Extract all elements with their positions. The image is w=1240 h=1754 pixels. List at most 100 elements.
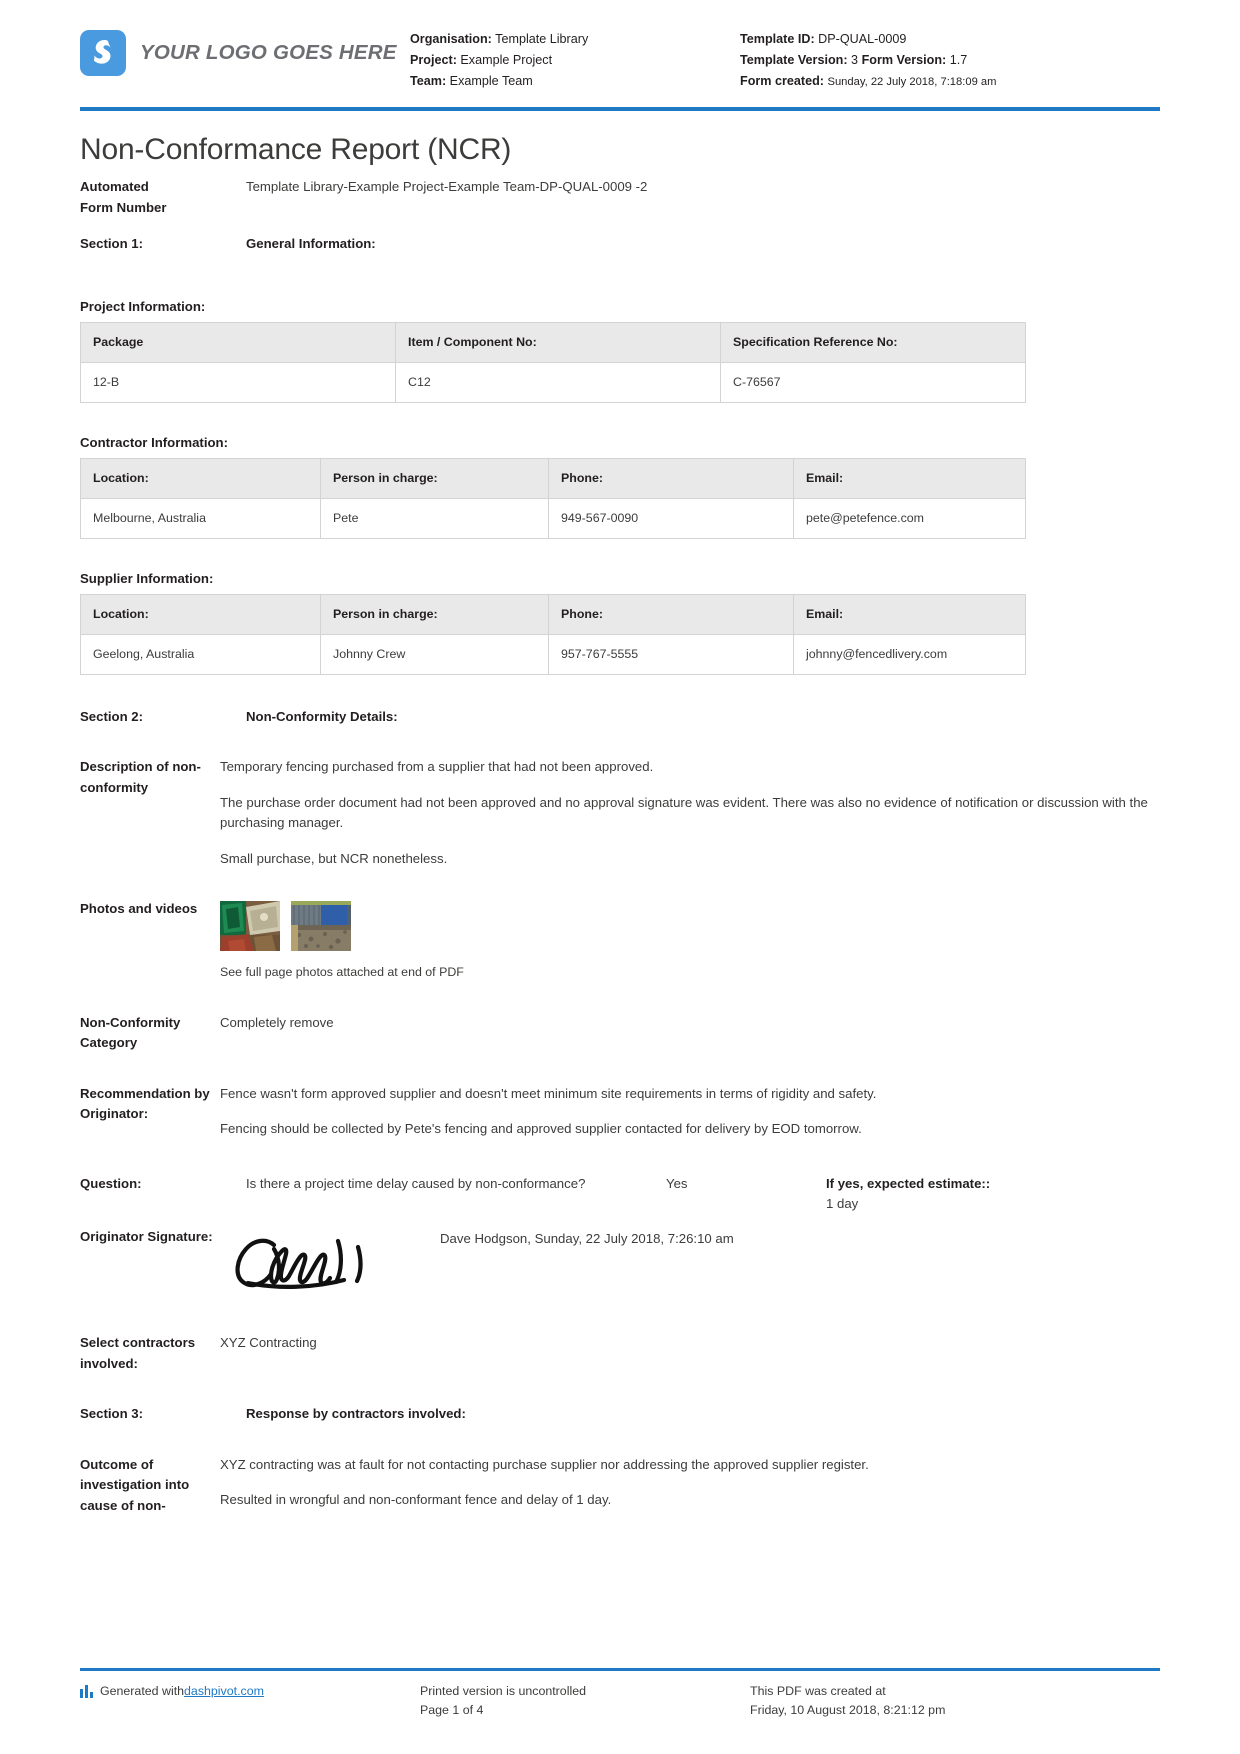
category-row: Non-Conformity Category Completely remov…: [80, 1013, 1160, 1054]
team-value: Example Team: [449, 74, 533, 88]
table-cell: johnny@fencedlivery.com: [793, 633, 1026, 675]
question-estimate: If yes, expected estimate:: 1 day: [826, 1174, 1160, 1215]
document-footer: Generated with dashpivot.com Printed ver…: [80, 1668, 1160, 1720]
section2-row: Section 2: Non-Conformity Details:: [80, 707, 1160, 728]
description-paragraph: Small purchase, but NCR nonetheless.: [220, 850, 448, 866]
table-header-row: Package Item / Component No: Specificati…: [80, 321, 1026, 363]
description-paragraph: The purchase order document had not been…: [220, 794, 1148, 831]
signature-body: Dave Hodgson, Sunday, 22 July 2018, 7:26…: [220, 1227, 1160, 1304]
photos-caption: See full page photos attached at end of …: [220, 965, 464, 979]
page-title: Non-Conformance Report (NCR): [80, 133, 512, 166]
organisation-line: Organisation: Template Library: [410, 29, 740, 50]
contractor-information-table: Location: Person in charge: Phone: Email…: [80, 457, 1026, 539]
table-cell: 949-567-0090: [548, 497, 794, 539]
dashpivot-link[interactable]: dashpivot.com: [184, 1682, 264, 1701]
version-line: Template Version: 3 Form Version: 1.7: [740, 50, 1160, 71]
table-header-cell: Phone:: [548, 457, 794, 499]
outcome-label: Outcome of investigation into cause of n…: [80, 1456, 190, 1513]
photo-thumbnail[interactable]: [291, 901, 351, 951]
table-header-cell: Person in charge:: [320, 593, 549, 635]
table-header-cell: Email:: [793, 457, 1026, 499]
company-logo-icon: [80, 30, 126, 76]
footer-created: This PDF was created at Friday, 10 Augus…: [750, 1682, 1160, 1720]
table-cell: C12: [395, 361, 721, 403]
outcome-row: Outcome of investigation into cause of n…: [80, 1455, 1160, 1517]
automated-form-label-line2: Form Number: [80, 199, 167, 215]
form-created-label: Form created:: [740, 74, 824, 88]
question-estimate-label: If yes, expected estimate::: [826, 1175, 991, 1191]
table-header-cell: Person in charge:: [320, 457, 549, 499]
footer-print-status: Printed version is uncontrolled Page 1 o…: [420, 1682, 750, 1720]
contractors-row: Select contractors involved: XYZ Contrac…: [80, 1333, 1160, 1374]
section3-value: Response by contractors involved:: [246, 1406, 466, 1421]
template-id-label: Template ID:: [740, 32, 815, 46]
footer-generated: Generated with dashpivot.com: [80, 1682, 420, 1720]
logo-text: YOUR LOGO GOES HERE: [140, 41, 397, 64]
recommendation-label: Recommendation by Originator:: [80, 1085, 210, 1122]
outcome-body: XYZ contracting was at fault for not con…: [220, 1455, 1160, 1511]
photo-thumbnail[interactable]: [220, 901, 280, 951]
question-estimate-value: 1 day: [826, 1196, 859, 1211]
team-line: Team: Example Team: [410, 71, 740, 92]
team-label: Team:: [410, 74, 447, 88]
description-row: Description of non-conformity Temporary …: [80, 757, 1160, 869]
table-row: Geelong, Australia Johnny Crew 957-767-5…: [80, 633, 1026, 675]
table-header-cell: Location:: [80, 593, 321, 635]
header-meta-left: Organisation: Template Library Project: …: [410, 22, 740, 92]
description-paragraph: Temporary fencing purchased from a suppl…: [220, 759, 654, 774]
section2-value: Non-Conformity Details:: [246, 708, 398, 724]
document-page: YOUR LOGO GOES HERE Organisation: Templa…: [0, 0, 1240, 1754]
question-answer: Yes: [666, 1175, 688, 1191]
dashpivot-logo-icon: [80, 1684, 93, 1698]
table-cell: Geelong, Australia: [80, 633, 321, 675]
form-created-line: Form created: Sunday, 22 July 2018, 7:18…: [740, 71, 1160, 93]
signature-row: Originator Signature: Dave Hodgson, Sund…: [80, 1227, 1160, 1304]
photos-label: Photos and videos: [80, 901, 198, 916]
signature-name-time: Dave Hodgson, Sunday, 22 July 2018, 7:26…: [440, 1230, 734, 1246]
table-cell: pete@petefence.com: [793, 497, 1026, 539]
supplier-information-caption: Supplier Information:: [80, 570, 214, 586]
project-information-caption: Project Information:: [80, 298, 206, 314]
organisation-label: Organisation:: [410, 32, 492, 46]
footer-page-number: Page 1 of 4: [420, 1703, 484, 1717]
signature-label: Originator Signature:: [80, 1228, 213, 1244]
automated-form-number-row: Automated Form Number Template Library-E…: [80, 177, 1160, 218]
section2-label: Section 2:: [80, 708, 144, 724]
footer-generated-prefix: Generated with: [100, 1684, 185, 1698]
recommendation-paragraph: Fence wasn't form approved supplier and …: [220, 1085, 877, 1101]
form-version-value: 1.7: [949, 53, 968, 67]
table-cell: Melbourne, Australia: [80, 497, 321, 539]
table-cell: 12-B: [80, 361, 396, 403]
footer-divider: [80, 1668, 1160, 1671]
outcome-paragraph: Resulted in wrongful and non-conformant …: [220, 1492, 612, 1507]
project-line: Project: Example Project: [410, 50, 740, 71]
description-label: Description of non-conformity: [80, 759, 201, 795]
table-row: 12-B C12 C-76567: [80, 361, 1026, 403]
project-label: Project:: [410, 53, 457, 67]
contractors-label: Select contractors involved:: [80, 1335, 196, 1371]
form-created-value: Sunday, 22 July 2018, 7:18:09 am: [827, 76, 997, 88]
template-version-value: 3: [851, 53, 859, 67]
question-label: Question:: [80, 1175, 142, 1191]
question-row: Question: Is there a project time delay …: [80, 1174, 1160, 1215]
document-header: YOUR LOGO GOES HERE Organisation: Templa…: [80, 0, 1160, 103]
description-body: Temporary fencing purchased from a suppl…: [220, 757, 1160, 869]
footer-uncontrolled-text: Printed version is uncontrolled: [420, 1684, 586, 1698]
table-header-cell: Email:: [793, 593, 1026, 635]
template-version-label: Template Version:: [740, 53, 848, 67]
table-cell: 957-767-5555: [548, 633, 794, 675]
recommendation-row: Recommendation by Originator: Fence wasn…: [80, 1084, 1160, 1140]
organisation-value: Template Library: [495, 32, 589, 46]
section1-row: Section 1: General Information:: [80, 234, 1160, 255]
signature-wrap: Dave Hodgson, Sunday, 22 July 2018, 7:26…: [220, 1227, 1160, 1304]
table-header-row: Location: Person in charge: Phone: Email…: [80, 457, 1026, 499]
table-header-cell: Package: [80, 321, 396, 363]
outcome-paragraph: XYZ contracting was at fault for not con…: [220, 1456, 869, 1472]
footer-created-value: Friday, 10 August 2018, 8:21:12 pm: [750, 1703, 946, 1717]
template-id-line: Template ID: DP-QUAL-0009: [740, 29, 1160, 50]
project-value: Example Project: [460, 53, 553, 67]
logo-block: YOUR LOGO GOES HERE: [80, 22, 410, 76]
section3-label: Section 3:: [80, 1406, 144, 1421]
automated-form-number-label: Automated Form Number: [80, 177, 246, 218]
category-value: Completely remove: [220, 1014, 334, 1030]
